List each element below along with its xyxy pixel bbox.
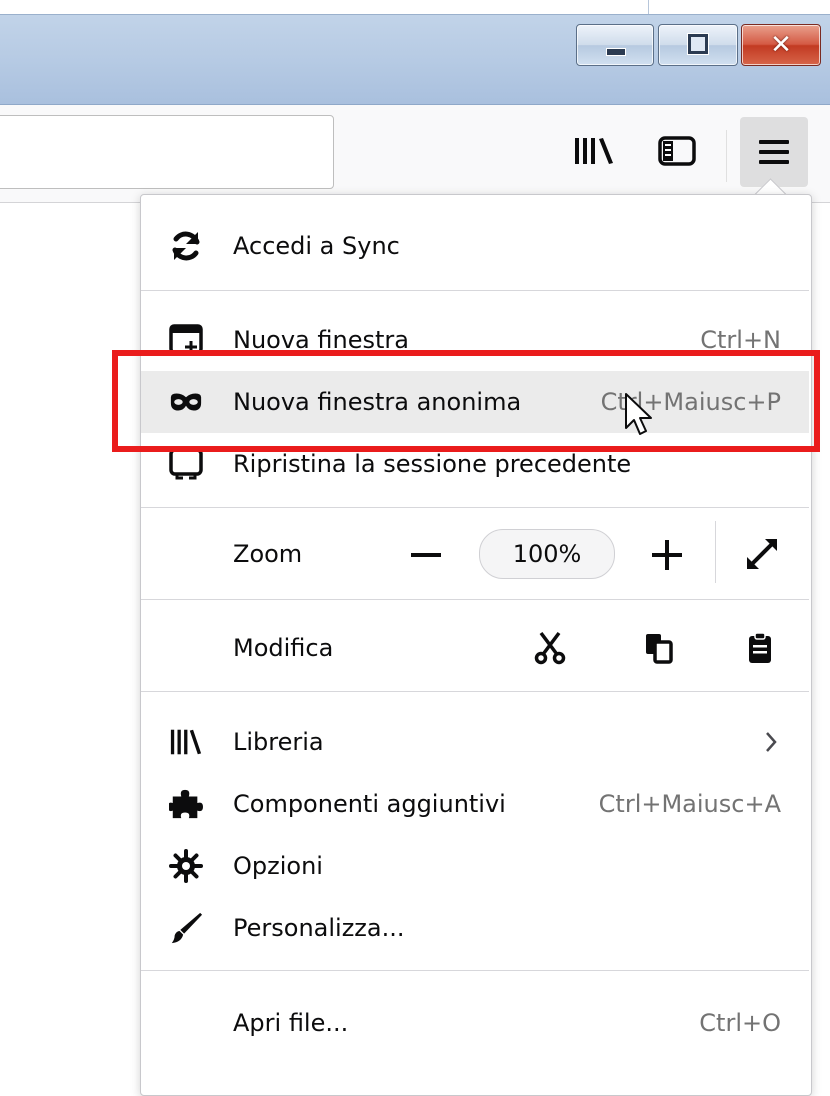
sidebar-toggle-button[interactable] xyxy=(654,128,700,174)
toolbar-divider xyxy=(726,130,727,182)
menu-item-shortcut: Ctrl+Maiusc+A xyxy=(598,790,781,818)
copy-button[interactable] xyxy=(635,624,683,672)
menu-item-library[interactable]: Libreria xyxy=(141,711,809,773)
zoom-out-button[interactable] xyxy=(402,531,450,579)
hamburger-menu-icon xyxy=(759,140,789,164)
paste-button[interactable] xyxy=(736,624,784,672)
zoom-in-button[interactable] xyxy=(643,531,691,579)
chevron-right-icon xyxy=(763,730,779,758)
open-menu-button[interactable] xyxy=(740,117,808,187)
maximize-icon xyxy=(687,33,709,55)
library-icon xyxy=(575,138,613,164)
menu-separator xyxy=(141,290,809,291)
menu-item-label: Apri file... xyxy=(233,1009,349,1037)
menu-item-customize[interactable]: Personalizza... xyxy=(141,897,809,959)
menu-zoom-row: Zoom xyxy=(141,523,809,585)
url-bar[interactable] xyxy=(0,115,334,189)
menu-item-open-file[interactable]: Apri file... Ctrl+O xyxy=(141,992,809,1054)
maximize-button[interactable] xyxy=(658,24,738,66)
menu-item-label: Personalizza... xyxy=(233,914,405,942)
close-button[interactable]: ✕ xyxy=(741,24,821,66)
edit-label: Modifica xyxy=(233,634,334,662)
mouse-cursor-icon xyxy=(625,393,652,435)
brush-icon xyxy=(169,911,203,945)
cut-button[interactable] xyxy=(526,624,574,672)
library-icon xyxy=(169,725,203,759)
menu-separator xyxy=(141,507,809,508)
menu-item-label: Accedi a Sync xyxy=(233,232,400,260)
sidebar-icon xyxy=(658,136,696,166)
fullscreen-button[interactable] xyxy=(738,530,786,578)
close-icon: ✕ xyxy=(770,30,792,60)
navigation-toolbar xyxy=(0,105,830,203)
annotation-highlight-box xyxy=(112,350,820,452)
sync-icon xyxy=(169,229,203,263)
menu-separator xyxy=(141,691,809,692)
menu-separator xyxy=(141,970,809,971)
minimize-button[interactable] xyxy=(576,24,654,66)
menu-separator xyxy=(141,599,809,600)
window-titlebar: ✕ xyxy=(0,0,830,105)
copy-icon xyxy=(646,634,673,664)
menu-edit-row: Modifica xyxy=(141,617,809,679)
menu-item-addons[interactable]: Componenti aggiuntivi Ctrl+Maiusc+A xyxy=(141,773,809,835)
library-toolbar-button[interactable] xyxy=(572,128,618,174)
minus-icon xyxy=(411,553,441,557)
scissors-icon xyxy=(534,631,566,665)
gear-icon xyxy=(169,849,203,883)
menu-item-label: Opzioni xyxy=(233,852,323,880)
menu-item-options[interactable]: Opzioni xyxy=(141,835,809,897)
menu-item-label: Libreria xyxy=(233,728,324,756)
menu-item-label: Componenti aggiuntivi xyxy=(233,790,506,818)
zoom-divider xyxy=(715,521,716,583)
plus-icon xyxy=(652,540,682,570)
zoom-label: Zoom xyxy=(233,540,303,568)
menu-item-shortcut: Ctrl+O xyxy=(699,1009,781,1037)
minimize-icon xyxy=(606,48,626,56)
fullscreen-icon xyxy=(747,539,777,569)
clipboard-icon xyxy=(749,632,771,663)
restore-session-icon xyxy=(169,447,203,481)
titlebar-top-edge xyxy=(0,0,830,15)
menu-item-sync[interactable]: Accedi a Sync xyxy=(141,215,809,277)
zoom-reset-button[interactable]: 100% xyxy=(479,529,615,579)
puzzle-icon xyxy=(169,787,203,821)
